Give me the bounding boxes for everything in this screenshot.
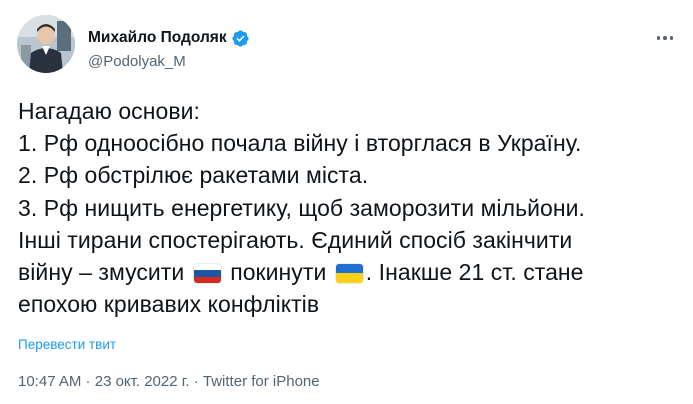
avatar[interactable] bbox=[17, 15, 75, 73]
display-name[interactable]: Михайло Подоляк bbox=[88, 29, 227, 47]
more-options-icon[interactable] bbox=[651, 28, 679, 48]
tweet-line: 3. Рф нищить енергетику, щоб заморозити … bbox=[18, 194, 585, 221]
tweet-line-with-flags: війну – змусити покинути . Інакше 21 ст.… bbox=[18, 256, 683, 288]
avatar-image bbox=[17, 15, 75, 73]
name-row: Михайло Подоляк bbox=[88, 27, 250, 49]
dot bbox=[669, 36, 674, 40]
tweet-line: 1. Рф одноосібно почала війну і вторглас… bbox=[18, 130, 582, 157]
tweet-text: Нагадаю основи: 1. Рф одноосібно почала … bbox=[18, 95, 683, 320]
tweet-text-segment: покинути bbox=[230, 258, 327, 285]
tweet-text-segment: . Інакше 21 ст. стане bbox=[365, 258, 584, 285]
tweet-time-link[interactable]: 10:47 AM bbox=[18, 373, 81, 390]
dot bbox=[656, 36, 661, 40]
tweet-line: Нагадаю основи: bbox=[18, 98, 200, 124]
tweet-date-link[interactable]: 23 окт. 2022 г. bbox=[95, 373, 190, 390]
tweet-line: Інші тирани спостерігають. Єдиний спосіб… bbox=[18, 226, 573, 253]
tweet-text-segment: війну – змусити bbox=[18, 258, 185, 285]
tweet-source-link[interactable]: Twitter for iPhone bbox=[203, 373, 320, 390]
ukraine-flag-icon bbox=[335, 263, 363, 283]
meta-separator: · bbox=[81, 373, 95, 390]
russia-flag-icon bbox=[193, 263, 221, 283]
dot bbox=[663, 36, 667, 40]
author-info: Михайло Подоляк @Podolyak_M bbox=[88, 27, 250, 70]
verified-badge-icon bbox=[231, 29, 250, 48]
translate-tweet-link[interactable]: Перевести твит bbox=[18, 337, 116, 352]
meta-separator: · bbox=[189, 373, 203, 390]
tweet-metadata: 10:47 AM · 23 окт. 2022 г. · Twitter for… bbox=[18, 373, 320, 390]
tweet-line: епохою кривавих конфліктів bbox=[18, 291, 320, 318]
tweet-card: Михайло Подоляк @Podolyak_M Нагадаю осно… bbox=[0, 0, 693, 404]
handle[interactable]: @Podolyak_M bbox=[88, 53, 250, 70]
tweet-line: 2. Рф обстрілює ракетами міста. bbox=[18, 162, 369, 189]
